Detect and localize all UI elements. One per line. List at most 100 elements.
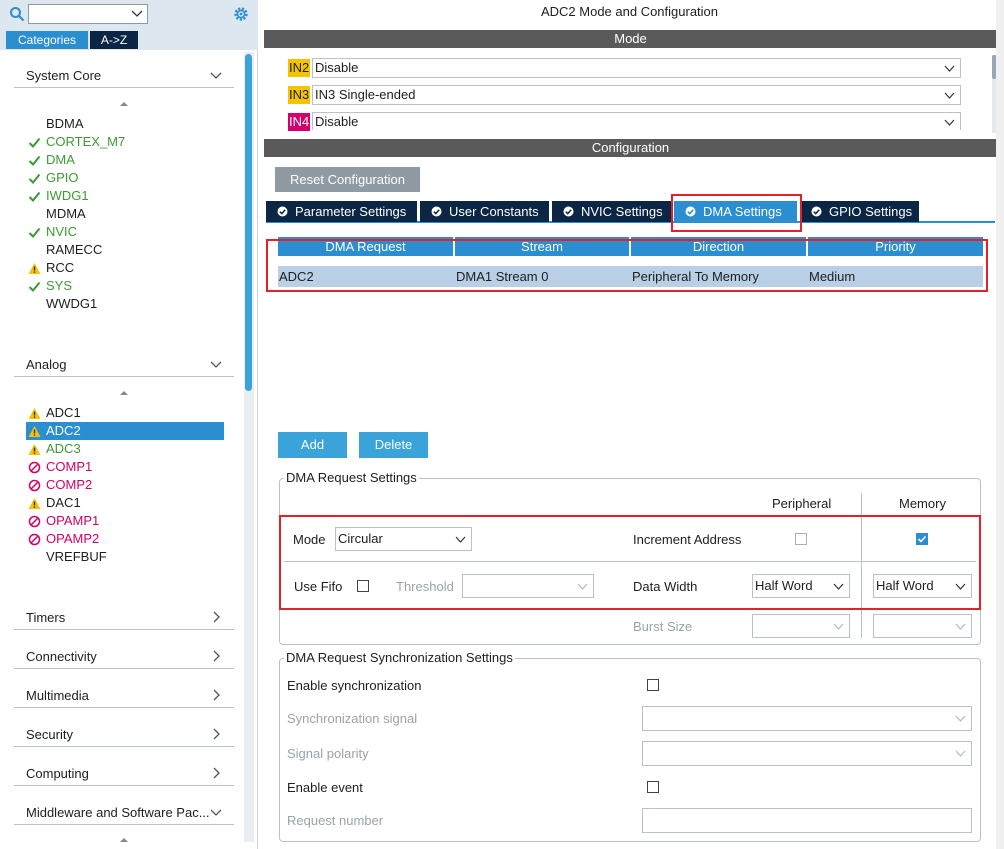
chevron-down-icon[interactable] bbox=[210, 69, 222, 81]
warning-icon bbox=[28, 408, 41, 419]
enable-synchronization-label: Enable synchronization bbox=[287, 678, 422, 693]
window-scrollbar[interactable] bbox=[996, 0, 1004, 849]
list-item-label: ADC2 bbox=[46, 423, 81, 438]
tab-nvic-settings[interactable]: NVIC Settings bbox=[552, 201, 671, 222]
reset-configuration-button[interactable]: Reset Configuration bbox=[275, 167, 420, 192]
check-circle-icon bbox=[685, 206, 696, 217]
chevron-down-icon[interactable] bbox=[131, 7, 143, 19]
chevron-down-icon[interactable] bbox=[944, 90, 955, 101]
sort-icon[interactable] bbox=[119, 836, 129, 846]
enable-event-label: Enable event bbox=[287, 780, 363, 795]
in4-mode-select[interactable]: Disable bbox=[312, 112, 961, 130]
chevron-right-icon[interactable] bbox=[210, 728, 222, 740]
section-middleware[interactable]: Middleware and Software Pac... bbox=[14, 801, 234, 825]
check-icon bbox=[28, 155, 41, 166]
chevron-down-icon[interactable] bbox=[955, 581, 966, 592]
select-value: Circular bbox=[338, 531, 383, 546]
check-icon bbox=[28, 281, 41, 292]
tab-label: DMA Settings bbox=[703, 204, 782, 219]
list-item-label: SYS bbox=[46, 278, 73, 293]
chevron-right-icon[interactable] bbox=[210, 767, 222, 779]
check-circle-icon bbox=[431, 206, 442, 217]
tab-a-z[interactable]: A->Z bbox=[90, 31, 138, 49]
column-header[interactable]: Stream bbox=[455, 237, 631, 256]
chevron-down-icon[interactable] bbox=[955, 713, 966, 724]
section-multimedia[interactable]: Multimedia bbox=[14, 684, 234, 708]
section-title: Multimedia bbox=[26, 688, 89, 703]
chevron-down-icon[interactable] bbox=[577, 581, 588, 592]
in2-mode-select[interactable]: Disable bbox=[312, 58, 961, 78]
mode-configuration-panel: ADC2 Mode and Configuration Mode IN2 Dis… bbox=[262, 0, 1004, 849]
synchronization-signal-select[interactable] bbox=[642, 706, 972, 731]
search-input[interactable] bbox=[28, 4, 148, 24]
chevron-down-icon[interactable] bbox=[210, 358, 222, 370]
tab-categories[interactable]: Categories bbox=[6, 31, 88, 49]
section-computing[interactable]: Computing bbox=[14, 762, 234, 786]
scrollbar-thumb[interactable] bbox=[245, 54, 252, 391]
increment-memory-checkbox[interactable] bbox=[916, 533, 928, 545]
column-header[interactable]: Priority bbox=[808, 237, 983, 256]
burst-size-peripheral-select[interactable] bbox=[752, 614, 850, 638]
in3-mode-select[interactable]: IN3 Single-ended bbox=[312, 85, 961, 105]
table-row[interactable]: ADC2 DMA1 Stream 0 Peripheral To Memory … bbox=[278, 266, 983, 287]
section-system-core[interactable]: System Core bbox=[14, 64, 234, 88]
burst-size-memory-select[interactable] bbox=[873, 614, 972, 638]
chevron-down-icon[interactable] bbox=[944, 117, 955, 128]
add-button[interactable]: Add bbox=[278, 432, 347, 458]
chevron-right-icon[interactable] bbox=[210, 650, 222, 662]
blocked-icon bbox=[28, 479, 41, 492]
signal-polarity-select[interactable] bbox=[642, 741, 972, 766]
column-header[interactable]: DMA Request bbox=[278, 237, 455, 256]
check-icon bbox=[28, 191, 41, 202]
check-icon bbox=[917, 535, 927, 543]
sort-icon[interactable] bbox=[119, 389, 129, 399]
tab-gpio-settings[interactable]: GPIO Settings bbox=[800, 201, 919, 222]
tab-dma-settings[interactable]: DMA Settings bbox=[674, 201, 797, 222]
section-title: Timers bbox=[26, 610, 66, 625]
chevron-right-icon[interactable] bbox=[210, 611, 222, 623]
chevron-down-icon[interactable] bbox=[210, 806, 222, 818]
tab-parameter-settings[interactable]: Parameter Settings bbox=[266, 201, 417, 222]
chevron-down-icon[interactable] bbox=[955, 748, 966, 759]
tab-user-constants[interactable]: User Constants bbox=[420, 201, 549, 222]
list-item-label: IWDG1 bbox=[46, 188, 89, 203]
enable-event-checkbox[interactable] bbox=[647, 781, 659, 793]
search-icon[interactable] bbox=[9, 6, 25, 22]
request-number-input[interactable] bbox=[642, 808, 972, 833]
signal-polarity-label: Signal polarity bbox=[287, 746, 369, 761]
increment-peripheral-checkbox[interactable] bbox=[795, 533, 807, 545]
column-header[interactable]: Direction bbox=[631, 237, 808, 256]
data-width-peripheral-select[interactable]: Half Word bbox=[752, 574, 850, 598]
table-cell: Medium bbox=[809, 269, 856, 284]
sort-icon[interactable] bbox=[119, 100, 129, 110]
section-analog[interactable]: Analog bbox=[14, 353, 234, 377]
mode-select[interactable]: Circular bbox=[335, 527, 472, 551]
chevron-down-icon[interactable] bbox=[833, 581, 844, 592]
delete-button[interactable]: Delete bbox=[359, 432, 428, 458]
chevron-down-icon[interactable] bbox=[944, 63, 955, 74]
threshold-select[interactable] bbox=[462, 574, 594, 598]
list-item-label: DMA bbox=[46, 152, 75, 167]
section-timers[interactable]: Timers bbox=[14, 606, 234, 630]
use-fifo-checkbox[interactable] bbox=[357, 580, 369, 592]
check-circle-icon bbox=[811, 206, 822, 217]
section-connectivity[interactable]: Connectivity bbox=[14, 645, 234, 669]
blocked-icon bbox=[28, 461, 41, 474]
chevron-down-icon[interactable] bbox=[455, 534, 466, 545]
section-security[interactable]: Security bbox=[14, 723, 234, 747]
increment-address-label: Increment Address bbox=[633, 532, 742, 547]
chevron-down-icon[interactable] bbox=[955, 621, 966, 632]
enable-synchronization-checkbox[interactable] bbox=[647, 679, 659, 691]
warning-icon bbox=[28, 263, 41, 274]
chevron-down-icon[interactable] bbox=[833, 621, 844, 632]
chevron-right-icon[interactable] bbox=[210, 689, 222, 701]
data-width-memory-select[interactable]: Half Word bbox=[873, 574, 972, 598]
gear-icon[interactable] bbox=[232, 5, 250, 23]
list-item[interactable]: ADC2 bbox=[26, 422, 224, 440]
list-item-label: OPAMP1 bbox=[46, 513, 100, 528]
section-title: System Core bbox=[26, 68, 102, 83]
list-item-label: MDMA bbox=[46, 206, 86, 221]
select-value: Disable bbox=[315, 114, 359, 129]
memory-column-label: Memory bbox=[899, 496, 946, 511]
warning-icon bbox=[28, 426, 41, 437]
